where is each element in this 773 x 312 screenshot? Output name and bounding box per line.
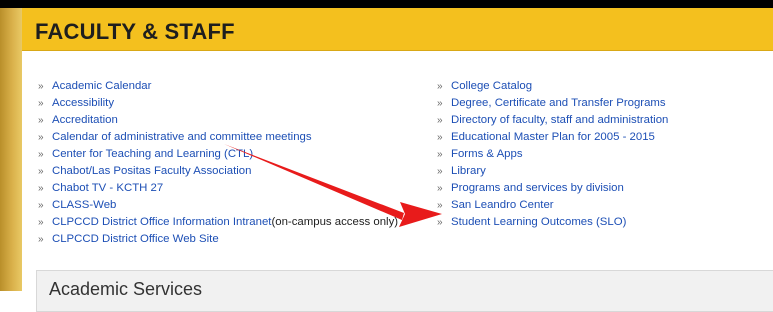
link-accreditation[interactable]: Accreditation	[52, 112, 118, 129]
bullet-icon: »	[437, 115, 443, 126]
list-item: » CLPCCD District Office Information Int…	[38, 214, 398, 231]
academic-services-section: Academic Services	[36, 270, 773, 312]
link-master-plan[interactable]: Educational Master Plan for 2005 - 2015	[451, 129, 655, 146]
bullet-icon: »	[38, 132, 44, 143]
page-title: FACULTY & STAFF	[35, 19, 235, 44]
link-directory[interactable]: Directory of faculty, staff and administ…	[451, 112, 668, 129]
list-item: » Student Learning Outcomes (SLO)	[437, 214, 668, 231]
list-item: » Academic Calendar	[38, 78, 398, 95]
link-accessibility[interactable]: Accessibility	[52, 95, 114, 112]
list-item: » CLASS-Web	[38, 197, 398, 214]
access-note: (on-campus access only)	[271, 216, 399, 228]
link-forms-apps[interactable]: Forms & Apps	[451, 146, 523, 163]
bullet-icon: »	[437, 217, 443, 228]
list-item: » San Leandro Center	[437, 197, 668, 214]
link-san-leandro[interactable]: San Leandro Center	[451, 197, 554, 214]
right-link-list: » College Catalog » Degree, Certificate …	[437, 78, 668, 231]
link-college-catalog[interactable]: College Catalog	[451, 78, 532, 95]
bullet-icon: »	[38, 183, 44, 194]
bullet-icon: »	[38, 234, 44, 245]
link-district-intranet[interactable]: CLPCCD District Office Information Intra…	[52, 214, 271, 231]
link-degree-programs[interactable]: Degree, Certificate and Transfer Program…	[451, 95, 666, 112]
left-gutter	[0, 8, 22, 291]
list-item: » Chabot/Las Positas Faculty Association	[38, 163, 398, 180]
list-item: » CLPCCD District Office Web Site	[38, 231, 398, 248]
list-item: » Programs and services by division	[437, 180, 668, 197]
section-title: Academic Services	[49, 279, 203, 299]
link-programs-by-division[interactable]: Programs and services by division	[451, 180, 624, 197]
list-item: » Accreditation	[38, 112, 398, 129]
list-item: » Library	[437, 163, 668, 180]
bullet-icon: »	[38, 98, 44, 109]
top-border	[0, 0, 773, 8]
left-link-list: » Academic Calendar » Accessibility » Ac…	[38, 78, 398, 248]
link-ctl[interactable]: Center for Teaching and Learning (CTL)	[52, 146, 253, 163]
list-item: » Forms & Apps	[437, 146, 668, 163]
list-item: » Calendar of administrative and committ…	[38, 129, 398, 146]
bullet-icon: »	[38, 166, 44, 177]
link-slo[interactable]: Student Learning Outcomes (SLO)	[451, 214, 626, 231]
link-class-web[interactable]: CLASS-Web	[52, 197, 116, 214]
list-item: » Accessibility	[38, 95, 398, 112]
bullet-icon: »	[437, 149, 443, 160]
bullet-icon: »	[38, 115, 44, 126]
link-chabot-tv[interactable]: Chabot TV - KCTH 27	[52, 180, 163, 197]
link-calendar-meetings[interactable]: Calendar of administrative and committee…	[52, 129, 312, 146]
link-faculty-association[interactable]: Chabot/Las Positas Faculty Association	[52, 163, 251, 180]
bullet-icon: »	[38, 81, 44, 92]
link-district-website[interactable]: CLPCCD District Office Web Site	[52, 231, 219, 248]
list-item: » Directory of faculty, staff and admini…	[437, 112, 668, 129]
bullet-icon: »	[38, 149, 44, 160]
bullet-icon: »	[437, 81, 443, 92]
bullet-icon: »	[38, 200, 44, 211]
list-item: » Center for Teaching and Learning (CTL)	[38, 146, 398, 163]
list-item: » Degree, Certificate and Transfer Progr…	[437, 95, 668, 112]
bullet-icon: »	[437, 132, 443, 143]
faculty-staff-panel: FACULTY & STAFF » Academic Calendar » Ac…	[22, 8, 773, 312]
list-item: » Educational Master Plan for 2005 - 201…	[437, 129, 668, 146]
section-header: FACULTY & STAFF	[22, 8, 773, 51]
bullet-icon: »	[437, 200, 443, 211]
list-item: » College Catalog	[437, 78, 668, 95]
bullet-icon: »	[437, 98, 443, 109]
link-library[interactable]: Library	[451, 163, 486, 180]
list-item: » Chabot TV - KCTH 27	[38, 180, 398, 197]
bullet-icon: »	[38, 217, 44, 228]
bullet-icon: »	[437, 183, 443, 194]
bullet-icon: »	[437, 166, 443, 177]
link-academic-calendar[interactable]: Academic Calendar	[52, 78, 151, 95]
